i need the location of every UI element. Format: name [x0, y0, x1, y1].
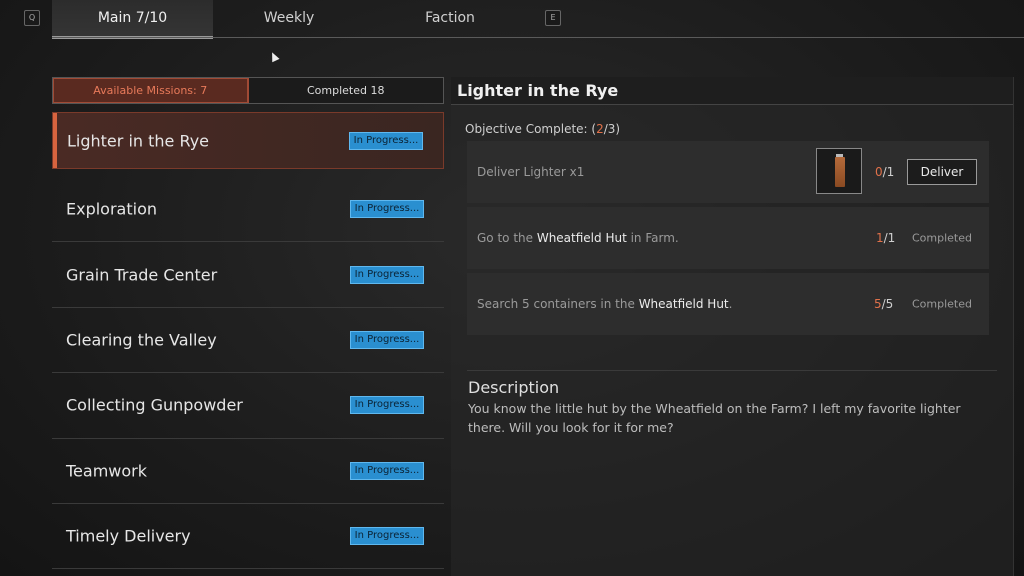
status-badge: In Progress... [350, 265, 424, 284]
status-badge: In Progress... [350, 396, 424, 415]
objective-progress: 1/1 [876, 231, 896, 245]
mission-filter: Available Missions: 7 Completed 18 [52, 77, 444, 104]
objective-label: Objective Complete: ( [465, 122, 597, 136]
available-missions-filter[interactable]: Available Missions: 7 [53, 78, 249, 103]
list-item[interactable]: Lighter in the Rye In Progress... [52, 112, 444, 169]
mission-name: Collecting Gunpowder [66, 395, 243, 415]
list-item[interactable]: Grain Trade Center In Progress... [52, 242, 444, 308]
panel-edge [1013, 77, 1014, 576]
mission-name: Clearing the Valley [66, 330, 217, 350]
objective-total-count: /3) [603, 122, 621, 136]
mission-title: Lighter in the Rye [457, 81, 619, 100]
objective-done-count: 2 [596, 122, 604, 136]
description-body: You know the little hut by the Wheatfiel… [468, 401, 961, 435]
objective-state: Completed [912, 231, 972, 245]
status-badge: In Progress... [349, 131, 423, 150]
tab-main[interactable]: Main 7/10 [52, 0, 213, 39]
tab-weekly[interactable]: Weekly [229, 0, 349, 38]
list-item[interactable]: Clearing the Valley In Progress... [52, 308, 444, 374]
detail-header: Lighter in the Rye [451, 77, 1013, 105]
objective-progress: 0/1 [875, 165, 895, 179]
tab-divider [52, 37, 1024, 38]
objective-text: Go to the Wheatfield Hut in Farm. [477, 231, 679, 245]
description-title: Description [468, 378, 560, 397]
objective-text: Search 5 containers in the Wheatfield Hu… [477, 297, 733, 311]
status-badge: In Progress... [350, 200, 424, 219]
mission-name: Exploration [66, 199, 157, 219]
mission-name: Timely Delivery [66, 526, 191, 546]
objective-row: Go to the Wheatfield Hut in Farm. 1/1 Co… [467, 207, 989, 269]
description-divider [467, 370, 997, 371]
objective-row: Deliver Lighter x1 0/1 Deliver [467, 141, 989, 203]
status-badge: In Progress... [350, 330, 424, 349]
top-tab-bar: Q Main 7/10 Weekly Faction E [0, 0, 1024, 39]
status-badge: In Progress... [350, 461, 424, 480]
mission-detail-panel: Lighter in the Rye Objective Complete: (… [451, 77, 1013, 576]
mission-name: Teamwork [66, 461, 148, 481]
objective-text: Deliver Lighter x1 [477, 165, 585, 179]
objective-progress: 5/5 [874, 297, 894, 311]
objective-state: Completed [912, 297, 972, 311]
list-item[interactable]: Timely Delivery In Progress... [52, 504, 444, 570]
lighter-icon [835, 157, 845, 187]
mission-list: Lighter in the Rye In Progress... Explor… [52, 112, 444, 570]
status-badge: In Progress... [350, 527, 424, 546]
list-item[interactable]: Collecting Gunpowder In Progress... [52, 373, 444, 439]
item-slot[interactable] [816, 148, 862, 194]
mouse-cursor-icon [268, 50, 280, 63]
objective-row: Search 5 containers in the Wheatfield Hu… [467, 273, 989, 335]
objective-summary: Objective Complete: (2/3) [465, 122, 620, 136]
tab-faction[interactable]: Faction [390, 0, 510, 38]
list-item[interactable]: Teamwork In Progress... [52, 439, 444, 504]
mission-name: Grain Trade Center [66, 265, 218, 285]
deliver-button[interactable]: Deliver [907, 159, 977, 185]
completed-missions-filter[interactable]: Completed 18 [248, 78, 443, 103]
list-item[interactable]: Exploration In Progress... [52, 177, 444, 243]
next-tab-key-hint: E [545, 10, 561, 26]
prev-tab-key-hint: Q [24, 10, 40, 26]
mission-name: Lighter in the Rye [67, 131, 210, 150]
